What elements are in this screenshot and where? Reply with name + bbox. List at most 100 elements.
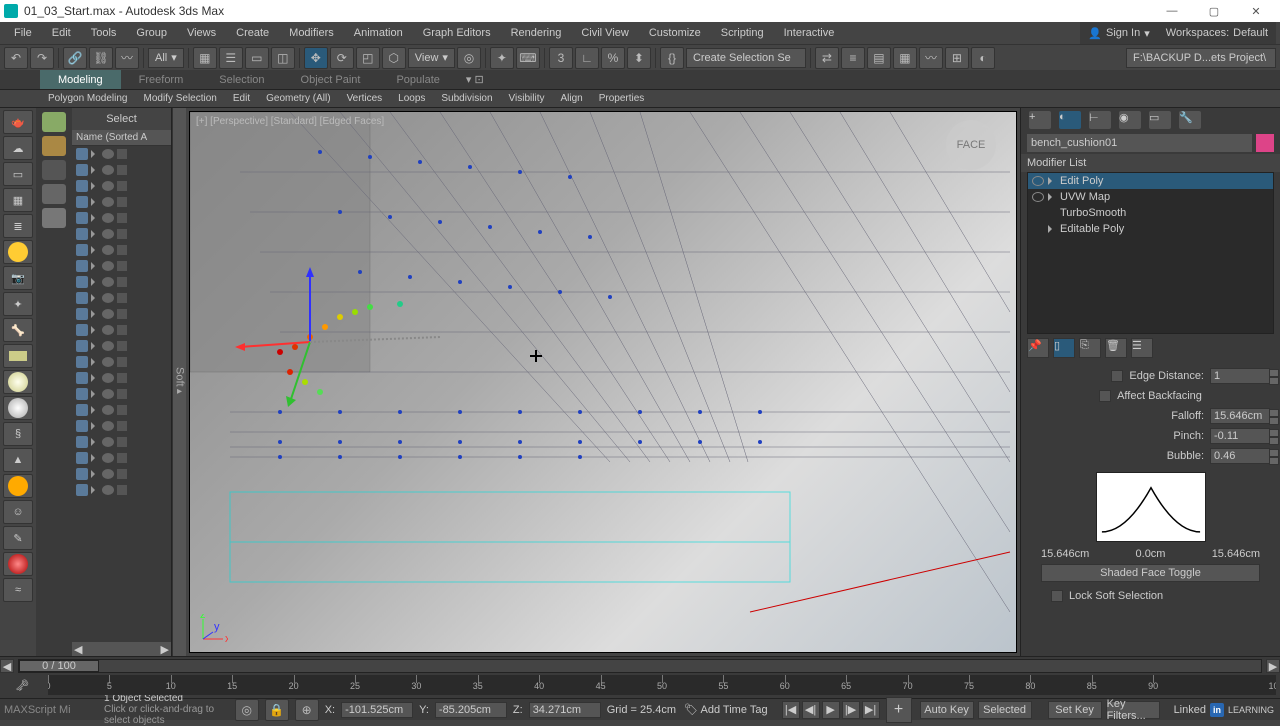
hair-icon[interactable]: ≈ (3, 578, 33, 602)
list-item[interactable] (72, 290, 171, 306)
select-object-button[interactable]: ▦ (193, 47, 217, 69)
goto-start-button[interactable]: |◀ (782, 701, 800, 719)
ribbon-populate[interactable]: Populate (378, 70, 457, 89)
time-slider[interactable]: 0 / 100 (18, 659, 1262, 673)
sub-vertices[interactable]: Vertices (339, 90, 391, 107)
sub-properties[interactable]: Properties (591, 90, 653, 107)
sign-in-button[interactable]: Sign In (1106, 27, 1140, 39)
list-item[interactable] (72, 146, 171, 162)
placement-button[interactable]: ⬡ (382, 47, 406, 69)
menu-graph-editors[interactable]: Graph Editors (413, 22, 501, 44)
coord-display-button[interactable]: ⊕ (295, 699, 319, 721)
next-frame-button[interactable]: |▶ (842, 701, 860, 719)
scene-explorer-scrollbar[interactable]: ◀▶ (72, 642, 171, 656)
list-item[interactable] (72, 178, 171, 194)
utilities-tab-icon[interactable]: 🔧 (1179, 111, 1201, 129)
sub-loops[interactable]: Loops (390, 90, 433, 107)
rotate-button[interactable]: ⟳ (330, 47, 354, 69)
tool-circle-icon[interactable] (42, 184, 66, 204)
list-item[interactable] (72, 162, 171, 178)
render-setup-icon[interactable]: ▭ (3, 162, 33, 186)
lock-soft-checkbox[interactable] (1051, 590, 1063, 602)
ribbon-selection[interactable]: Selection (201, 70, 282, 89)
time-slider-thumb[interactable]: 0 / 100 (19, 660, 99, 672)
viewport[interactable]: [+] [Perspective] [Standard] [Edged Face… (189, 111, 1017, 653)
list-item[interactable] (72, 226, 171, 242)
menu-create[interactable]: Create (226, 22, 279, 44)
menu-civil-view[interactable]: Civil View (571, 22, 638, 44)
set-key-icon[interactable]: 🗝 (0, 675, 44, 695)
list-item[interactable] (72, 322, 171, 338)
configure-sets-button[interactable]: ☰ (1131, 338, 1153, 358)
pinch-spinner[interactable]: -0.11 (1210, 428, 1270, 444)
dropdown-icon[interactable]: ▾ (1144, 27, 1150, 40)
maxscript-listener[interactable]: MAXScript Mi (0, 704, 100, 716)
plane-icon[interactable] (3, 344, 33, 368)
list-item[interactable] (72, 466, 171, 482)
list-item[interactable] (72, 386, 171, 402)
cloud-icon[interactable]: ☁ (3, 136, 33, 160)
z-coord-field[interactable]: 34.271cm (529, 702, 601, 718)
tool-brush-icon[interactable] (42, 136, 66, 156)
select-by-name-button[interactable]: ☰ (219, 47, 243, 69)
sub-geometry[interactable]: Geometry (All) (258, 90, 338, 107)
manipulate-button[interactable]: ✦ (490, 47, 514, 69)
modifier-list-dropdown[interactable]: Modifier List (1021, 154, 1280, 172)
menu-file[interactable]: File (4, 22, 42, 44)
list-item[interactable] (72, 210, 171, 226)
curve-editor-button[interactable]: 〰 (919, 47, 943, 69)
list-item[interactable] (72, 450, 171, 466)
biped-icon[interactable]: ☺ (3, 500, 33, 524)
align-button[interactable]: ≡ (841, 47, 865, 69)
list-item[interactable] (72, 434, 171, 450)
isolate-button[interactable]: ◎ (235, 699, 259, 721)
modify-tab-icon[interactable]: ◐ (1059, 111, 1081, 129)
list-item[interactable] (72, 418, 171, 434)
cone-icon[interactable]: ▲ (3, 448, 33, 472)
time-next-button[interactable]: ▶ (1266, 659, 1280, 673)
paint-icon[interactable]: ✎ (3, 526, 33, 550)
hierarchy-tab-icon[interactable]: ⊢ (1089, 111, 1111, 129)
motion-tab-icon[interactable]: ◉ (1119, 111, 1141, 129)
ref-coord-dropdown[interactable]: View ▾ (408, 48, 455, 68)
list-item[interactable] (72, 274, 171, 290)
setkey-button[interactable]: Set Key (1048, 701, 1102, 719)
pin-stack-button[interactable]: 📌 (1027, 338, 1049, 358)
sub-polygon-modeling[interactable]: Polygon Modeling (40, 90, 136, 107)
spinner-snap-button[interactable]: ⬍ (627, 47, 651, 69)
helper-icon[interactable]: ✦ (3, 292, 33, 316)
bone-icon[interactable]: 🦴 (3, 318, 33, 342)
menu-interactive[interactable]: Interactive (774, 22, 845, 44)
affect-backfacing-checkbox[interactable] (1099, 390, 1111, 402)
modifier-stack[interactable]: Edit PolyUVW MapTurboSmoothEditable Poly (1027, 172, 1274, 334)
create-tab-icon[interactable]: + (1029, 111, 1051, 129)
time-prev-button[interactable]: ◀ (0, 659, 14, 673)
spring-icon[interactable]: § (3, 422, 33, 446)
selection-filter[interactable]: All ▾ (148, 48, 184, 68)
ribbon-expand-icon[interactable]: ▾ ⊡ (466, 70, 484, 89)
schematic-view-button[interactable]: ⊞ (945, 47, 969, 69)
list-item[interactable] (72, 370, 171, 386)
sub-subdivision[interactable]: Subdivision (433, 90, 500, 107)
show-end-result-button[interactable]: ▯ (1053, 338, 1075, 358)
list-item[interactable] (72, 306, 171, 322)
teapot-icon[interactable]: 🫖 (3, 110, 33, 134)
modifier-item[interactable]: TurboSmooth (1028, 205, 1273, 221)
unlink-button[interactable]: ⛓ (89, 47, 113, 69)
project-path[interactable]: F:\BACKUP D...ets Project\ (1126, 48, 1276, 68)
prev-frame-button[interactable]: ◀| (802, 701, 820, 719)
camera-icon[interactable]: 📷 (3, 266, 33, 290)
menu-edit[interactable]: Edit (42, 22, 81, 44)
sub-edit[interactable]: Edit (225, 90, 258, 107)
use-center-button[interactable]: ◎ (457, 47, 481, 69)
set-key-big-button[interactable]: + (886, 697, 912, 723)
snap-toggle-button[interactable]: 3 (549, 47, 573, 69)
falloff-spinner[interactable]: 15.646cm (1210, 408, 1270, 424)
window-crossing-button[interactable]: ◫ (271, 47, 295, 69)
soft-label[interactable]: Soft ▸ (172, 108, 186, 656)
undo-button[interactable]: ↶ (4, 47, 28, 69)
close-button[interactable]: ✕ (1236, 0, 1276, 22)
make-unique-button[interactable]: ⎘ (1079, 338, 1101, 358)
goto-end-button[interactable]: ▶| (862, 701, 880, 719)
maximize-button[interactable]: ▢ (1194, 0, 1234, 22)
